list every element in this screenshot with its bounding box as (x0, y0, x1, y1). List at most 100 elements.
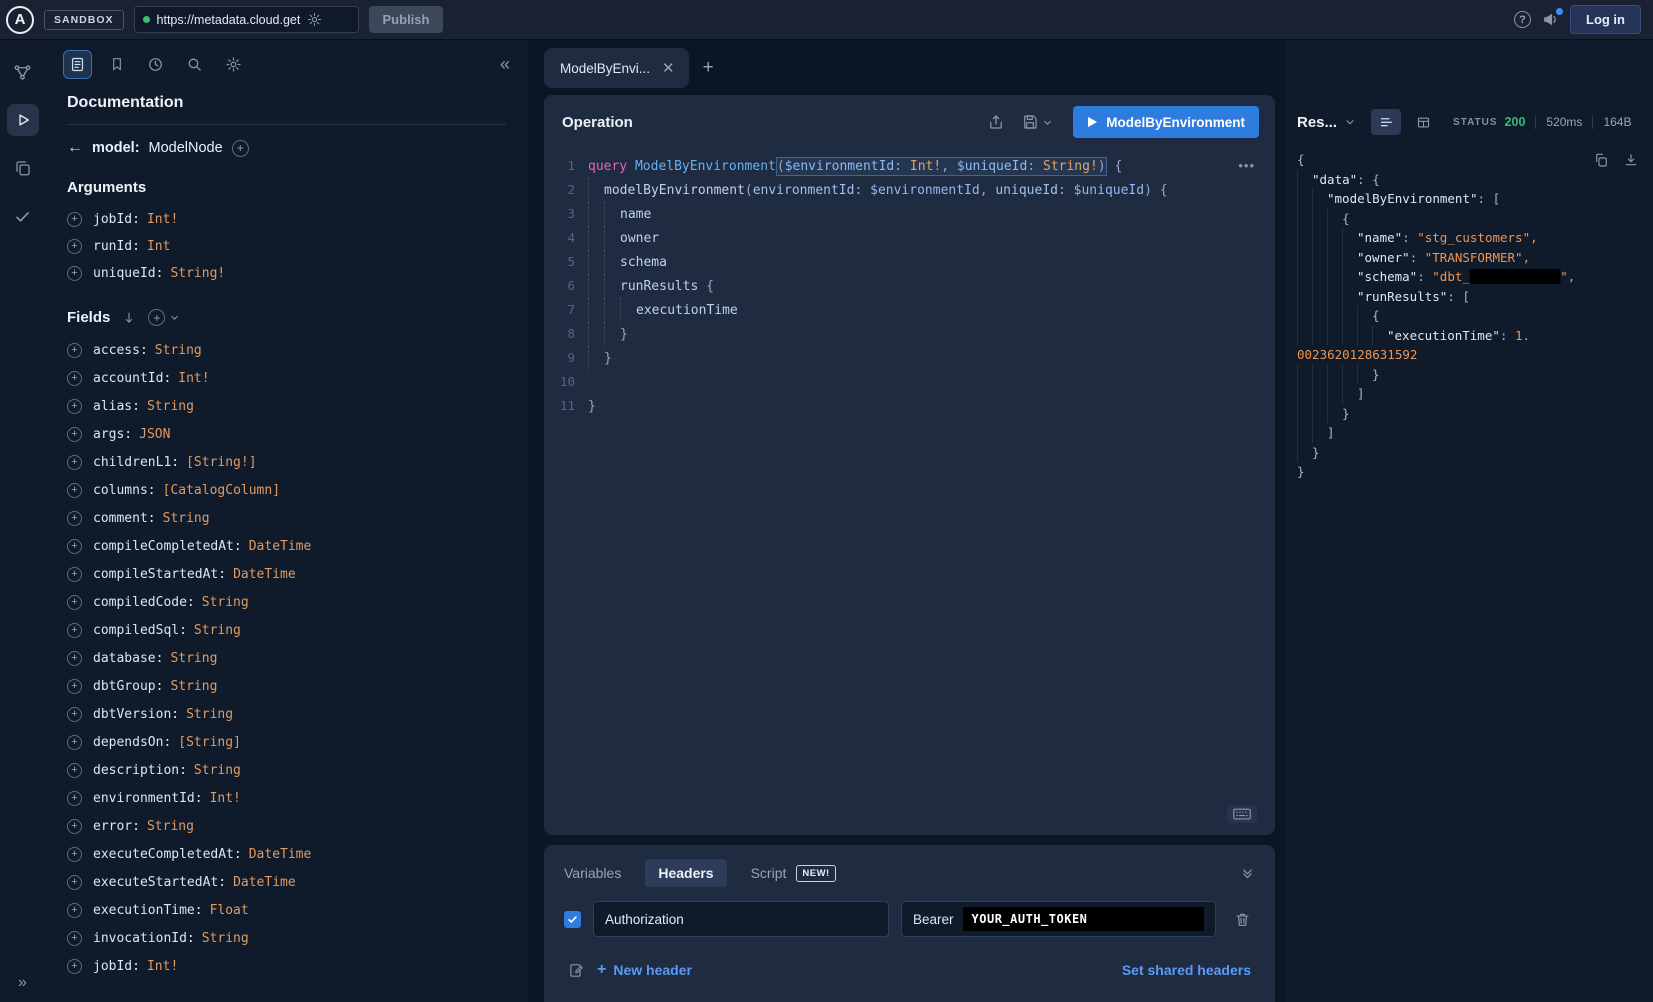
nav-collections-icon[interactable] (7, 152, 39, 184)
doc-field-row[interactable]: +environmentId:Int! (67, 784, 506, 812)
add-to-query-icon[interactable]: + (67, 343, 82, 358)
doc-field-row[interactable]: +executeStartedAt:DateTime (67, 868, 506, 896)
add-to-query-icon[interactable]: + (67, 623, 82, 638)
search-button[interactable] (180, 50, 209, 79)
doc-field-row[interactable]: +description:String (67, 756, 506, 784)
add-to-query-icon[interactable]: + (67, 931, 82, 946)
field-type[interactable]: Int! (178, 371, 209, 386)
nav-schema-icon[interactable] (7, 56, 39, 88)
history-button[interactable] (141, 50, 170, 79)
field-type[interactable]: String (202, 595, 249, 610)
collapse-request-panel-icon[interactable] (1240, 866, 1255, 881)
endpoint-url-input[interactable]: https://metadata.cloud.get (134, 6, 359, 33)
auth-token-value[interactable]: YOUR_AUTH_TOKEN (963, 907, 1204, 931)
field-type[interactable]: String (163, 511, 210, 526)
operation-tab[interactable]: ModelByEnvi... ✕ (544, 48, 689, 88)
save-operation-group[interactable] (1021, 113, 1053, 131)
doc-field-row[interactable]: +invocationId:String (67, 924, 506, 952)
add-to-query-icon[interactable]: + (67, 595, 82, 610)
tab-headers[interactable]: Headers (645, 859, 726, 887)
doc-field-row[interactable]: +dbtVersion:String (67, 700, 506, 728)
field-type[interactable]: [String!] (186, 455, 256, 470)
doc-field-row[interactable]: +access:String (67, 336, 506, 364)
response-chevron-down-icon[interactable] (1344, 116, 1356, 128)
explorer-settings-button[interactable] (219, 50, 248, 79)
field-type[interactable]: String (186, 707, 233, 722)
add-to-query-icon[interactable]: + (67, 875, 82, 890)
apollo-logo[interactable]: A (6, 6, 34, 34)
add-to-query-icon[interactable]: + (67, 651, 82, 666)
doc-field-row[interactable]: +childrenL1:[String!] (67, 448, 506, 476)
bulk-edit-icon[interactable] (568, 962, 585, 979)
field-type[interactable]: String (155, 343, 202, 358)
add-to-query-icon[interactable]: + (67, 791, 82, 806)
doc-field-row[interactable]: +executionTime:Float (67, 896, 506, 924)
run-operation-button[interactable]: ModelByEnvironment (1073, 106, 1259, 138)
add-to-query-icon[interactable]: + (67, 266, 82, 281)
response-title-dropdown[interactable]: Res... (1297, 114, 1337, 131)
query-editor[interactable]: 1query ModelByEnvironment($environmentId… (544, 146, 1275, 835)
line-overflow-menu-icon[interactable]: ••• (1238, 158, 1255, 173)
add-fields-plus-icon[interactable]: + (148, 309, 165, 326)
add-to-query-icon[interactable]: + (67, 567, 82, 582)
download-response-icon[interactable] (1623, 152, 1639, 168)
add-to-query-icon[interactable]: + (67, 763, 82, 778)
doc-field-row[interactable]: +compileStartedAt:DateTime (67, 560, 506, 588)
add-type-plus-icon[interactable]: + (232, 140, 249, 157)
add-to-query-icon[interactable]: + (67, 371, 82, 386)
doc-argument-row[interactable]: +runId:Int (67, 233, 506, 260)
field-type[interactable]: String (147, 819, 194, 834)
field-type[interactable]: String (202, 931, 249, 946)
fields-chevron-down-icon[interactable] (169, 312, 180, 323)
help-icon[interactable]: ? (1514, 11, 1531, 28)
header-enabled-checkbox[interactable] (564, 911, 581, 928)
doc-field-row[interactable]: +executeCompletedAt:DateTime (67, 840, 506, 868)
field-type[interactable]: Int! (210, 791, 241, 806)
add-to-query-icon[interactable]: + (67, 455, 82, 470)
saved-collections-button[interactable] (102, 50, 131, 79)
field-type[interactable]: String (194, 623, 241, 638)
doc-field-row[interactable]: +columns:[CatalogColumn] (67, 476, 506, 504)
formatted-view-button[interactable] (1371, 109, 1401, 135)
field-type[interactable]: Int (147, 239, 170, 254)
breadcrumb-type-name[interactable]: ModelNode (149, 140, 223, 156)
sort-fields-icon[interactable] (122, 311, 136, 325)
field-type[interactable]: Int! (147, 212, 178, 227)
field-type[interactable]: [String] (178, 735, 241, 750)
doc-field-row[interactable]: +database:String (67, 644, 506, 672)
tab-variables[interactable]: Variables (564, 865, 621, 881)
field-type[interactable]: DateTime (249, 539, 312, 554)
field-type[interactable]: String (170, 679, 217, 694)
field-type[interactable]: String! (170, 266, 225, 281)
doc-field-row[interactable]: +error:String (67, 812, 506, 840)
field-type[interactable]: String (170, 651, 217, 666)
add-to-query-icon[interactable]: + (67, 399, 82, 414)
doc-field-row[interactable]: +compileCompletedAt:DateTime (67, 532, 506, 560)
field-type[interactable]: [CatalogColumn] (163, 483, 280, 498)
field-type[interactable]: DateTime (233, 567, 296, 582)
add-to-query-icon[interactable]: + (67, 511, 82, 526)
collapse-doc-panel-icon[interactable]: « (500, 54, 510, 75)
delete-header-icon[interactable] (1234, 911, 1251, 928)
field-type[interactable]: DateTime (233, 875, 296, 890)
doc-field-row[interactable]: +dbtGroup:String (67, 672, 506, 700)
doc-field-row[interactable]: +dependsOn:[String] (67, 728, 506, 756)
doc-field-row[interactable]: +jobId:Int! (67, 952, 506, 980)
set-shared-headers-button[interactable]: Set shared headers (1122, 962, 1251, 978)
tab-script[interactable]: Script (751, 865, 787, 881)
nav-explorer-play-icon[interactable] (7, 104, 39, 136)
add-to-query-icon[interactable]: + (67, 239, 82, 254)
field-type[interactable]: Float (210, 903, 249, 918)
add-to-query-icon[interactable]: + (67, 735, 82, 750)
add-to-query-icon[interactable]: + (67, 903, 82, 918)
documentation-tab-button[interactable] (63, 50, 92, 79)
doc-field-row[interactable]: +compiledSql:String (67, 616, 506, 644)
add-to-query-icon[interactable]: + (67, 427, 82, 442)
nav-checks-icon[interactable] (7, 200, 39, 232)
add-to-query-icon[interactable]: + (67, 819, 82, 834)
header-key-input[interactable]: Authorization (593, 901, 889, 937)
add-to-query-icon[interactable]: + (67, 679, 82, 694)
share-operation-icon[interactable] (987, 113, 1005, 131)
doc-argument-row[interactable]: +jobId:Int! (67, 206, 506, 233)
doc-field-row[interactable]: +alias:String (67, 392, 506, 420)
